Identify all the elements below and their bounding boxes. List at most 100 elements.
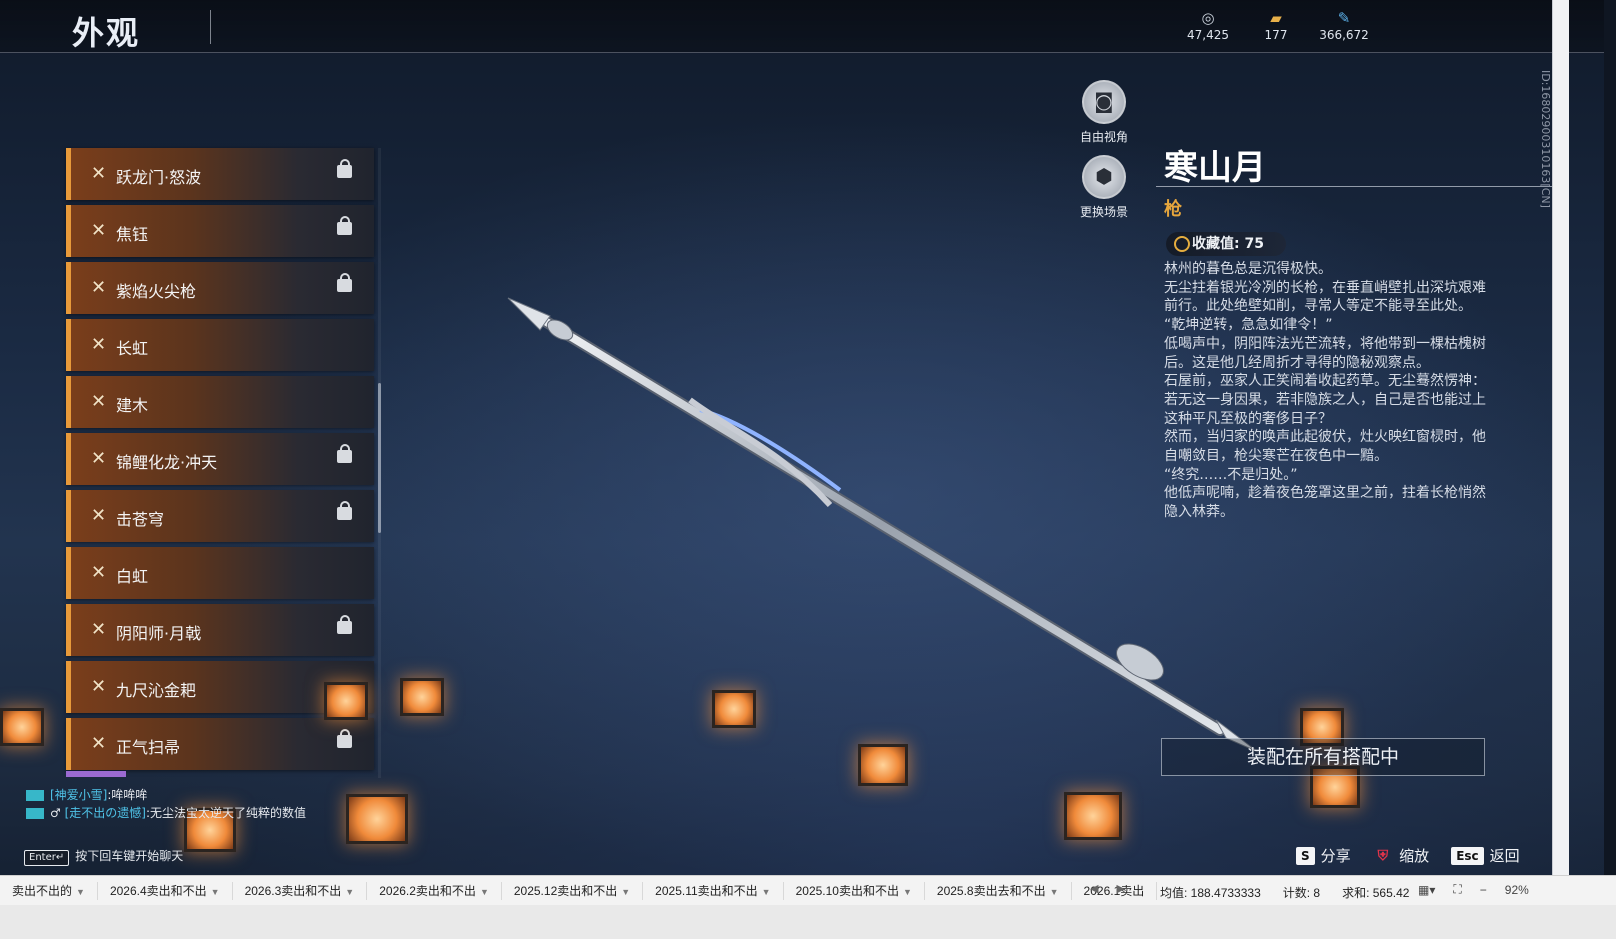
change-scene-button[interactable]: ⬢ 更换场景 [1064, 155, 1144, 220]
lantern-decoration [858, 744, 908, 786]
free-view-label: 自由视角 [1079, 130, 1128, 144]
fullscreen-icon[interactable]: ⛶ [1453, 882, 1461, 897]
feather-icon: ✎ [1337, 9, 1351, 27]
skin-icon: ✕ [91, 334, 107, 355]
chat-message: ♂ [走不出の遗憾]:无尘法宝太逆天了纯粹的数值 [26, 804, 316, 822]
taskbar-strip [0, 905, 1616, 939]
skin-icon: ✕ [91, 448, 107, 469]
skin-item[interactable]: ✕ 白虹 [66, 547, 374, 599]
change-scene-label: 更换场景 [1079, 205, 1128, 219]
skin-item[interactable]: ✕ 击苍穹 [66, 490, 374, 542]
sheet-tab[interactable]: 2026.4卖出和不出 ▼ [98, 882, 233, 900]
background-window-edge [1552, 0, 1569, 905]
skin-item[interactable]: ✕ 阴阳师·月戟 [66, 604, 374, 656]
skin-label: 正气扫帚 [116, 738, 181, 757]
chat-input-hint[interactable]: Enter↵ 按下回车键开始聊天 [24, 847, 183, 866]
zoom-button[interactable]: ⛨ 缩放 [1373, 845, 1430, 866]
chat-hint-text: 按下回车键开始聊天 [75, 849, 184, 863]
share-label: 分享 [1320, 847, 1351, 865]
lantern-decoration [1064, 792, 1122, 840]
sheet-nav-arrows[interactable]: ◀▶ [1090, 882, 1143, 895]
skin-label: 击苍穹 [116, 510, 165, 529]
item-description: 林州的暮色总是沉得极快。 无尘拄着银光冷冽的长枪，在垂直峭壁扎出深坑艰难前行。此… [1164, 260, 1494, 522]
lantern-decoration [0, 708, 44, 746]
chevron-down-icon: ▼ [902, 887, 912, 897]
silver-coin-icon: ◎ [1201, 9, 1215, 27]
lock-icon [337, 273, 352, 292]
description-paragraph: 无尘拄着银光冷冽的长枪，在垂直峭壁扎出深坑艰难前行。此处绝壁如削，寻常人等定不能… [1164, 279, 1486, 315]
description-paragraph: “乾坤逆转，急急如律令！” [1164, 317, 1333, 334]
bottom-actions: S 分享 ⛨ 缩放 Esc 返回 [1296, 845, 1520, 866]
chevron-down-icon: ▼ [210, 887, 220, 897]
free-view-button[interactable]: ◙ 自由视角 [1064, 80, 1144, 145]
chevron-down-icon: ▼ [76, 887, 85, 897]
stat-sum: 求和: 565.42 [1342, 886, 1410, 900]
currency-value: 177 [1264, 28, 1288, 42]
collection-value: 收藏值: 75 [1192, 236, 1264, 252]
sheet-tab[interactable]: 2025.8卖出去和不出 ▼ [925, 882, 1072, 900]
list-scrollbar-thumb[interactable] [378, 383, 381, 533]
skin-label: 跃龙门·怒波 [116, 168, 202, 187]
chat-message: [神爱小雪]:哞哞哞 [26, 786, 316, 804]
zoom-level[interactable]: 92% [1505, 883, 1529, 897]
description-paragraph: 他低声呢喃，趁着夜色笼罩这里之前，拄着长枪悄然隐入林莽。 [1164, 485, 1486, 521]
description-paragraph: “终究……不是归处。” [1164, 466, 1298, 483]
chat-sender[interactable]: [走不出の遗憾] [65, 806, 146, 820]
skin-label: 紫焰火尖枪 [116, 282, 197, 301]
chevron-down-icon: ▼ [345, 887, 355, 897]
skin-item[interactable]: ✕ 锦鲤化龙·冲天 [66, 433, 374, 485]
zoom-out-icon[interactable]: − [1480, 883, 1487, 897]
sheet-tab[interactable]: 2026.3卖出和不出 ▼ [233, 882, 368, 900]
description-paragraph: 低喝声中，阴阳阵法光芒流转，将他带到一棵枯槐树后。这是他几经周折才寻得的隐秘观察… [1164, 335, 1486, 371]
chat-sender[interactable]: [神爱小雪] [50, 788, 107, 802]
skin-icon: ✕ [91, 619, 107, 640]
sheet-tab[interactable]: 2025.10卖出和不出 ▼ [784, 882, 925, 900]
skin-item[interactable]: ✕ 正气扫帚 [66, 718, 374, 770]
sheet-tabs: 卖出不出的 ▼ 2026.4卖出和不出 ▼ 2026.3卖出和不出 ▼ 2026.2卖… [0, 876, 1158, 906]
player-id: ID:1680290031016​3[CN] [1539, 70, 1552, 208]
game-viewport: 外观 ◎ 47,425 ▰ 177 ✎ 366,672 ✕ 跃龙门·怒波 ✕ 焦钰 … [0, 0, 1604, 905]
skin-label: 锦鲤化龙·冲天 [116, 453, 218, 472]
selection-stats: 均值: 188.4733333 计数: 8 求和: 565.42 [1160, 884, 1409, 901]
lock-icon [337, 216, 352, 235]
lock-icon [337, 159, 352, 178]
skin-icon: ✕ [91, 676, 107, 697]
item-name-underline [1156, 186, 1552, 187]
spear-model[interactable] [500, 290, 1260, 760]
skin-item[interactable]: ✕ 紫焰火尖枪 [66, 262, 374, 314]
equipped-status-button[interactable]: 装配在所有搭配中 [1161, 738, 1485, 776]
skin-label: 九尺沁金耙 [116, 681, 197, 700]
grid-view-icon[interactable]: ▦▾ [1418, 883, 1435, 897]
sheet-tab[interactable]: 卖出不出的 ▼ [0, 882, 98, 900]
sheet-tab[interactable]: 2025.12卖出和不出 ▼ [502, 882, 644, 900]
skin-label: 长虹 [116, 339, 149, 358]
male-icon: ♂ [50, 806, 65, 820]
skin-item[interactable]: ✕ 跃龙门·怒波 [66, 148, 374, 200]
lock-icon [337, 729, 352, 748]
sheet-tab[interactable]: 2026.2卖出和不出 ▼ [367, 882, 502, 900]
skin-list: ✕ 跃龙门·怒波 ✕ 焦钰 ✕ 紫焰火尖枪 ✕ 长虹 ✕ 建木 ✕ 锦鲤化龙·冲天 ✕ 击苍穹… [66, 148, 374, 775]
skin-item[interactable]: ✕ 长虹 [66, 319, 374, 371]
currency-bar: ◎ 47,425 ▰ 177 ✎ 366,672 [1180, 8, 1372, 42]
lock-icon [337, 444, 352, 463]
skin-label: 阴阳师·月戟 [116, 624, 202, 643]
description-paragraph: 石屋前，巫家人正笑闹着收起药草。无尘蓦然愣神：若无这一身因果，若非隐族之人，自己… [1164, 373, 1486, 427]
lock-icon [337, 501, 352, 520]
mouse-icon: ⛨ [1377, 847, 1389, 864]
skin-icon: ✕ [91, 562, 107, 583]
chat-text: :无尘法宝太逆天了纯粹的数值 [145, 806, 306, 820]
currency-silver: ◎ 47,425 [1180, 8, 1236, 42]
skin-label: 白虹 [116, 567, 149, 586]
currency-value: 366,672 [1319, 28, 1369, 42]
currency-value: 47,425 [1187, 28, 1229, 42]
skin-item[interactable]: ✕ 建木 [66, 376, 374, 428]
item-name: 寒山月 [1164, 148, 1266, 188]
back-button[interactable]: Esc 返回 [1451, 845, 1520, 866]
sheet-tab[interactable]: 2025.11卖出和不出 ▼ [643, 882, 784, 900]
stat-average: 均值: 188.4733333 [1160, 886, 1261, 900]
share-button[interactable]: S 分享 [1296, 845, 1351, 866]
esc-key-icon: Esc [1451, 846, 1484, 865]
skin-item[interactable]: ✕ 焦钰 [66, 205, 374, 257]
skin-icon: ✕ [91, 163, 107, 184]
skin-label: 建木 [116, 396, 149, 415]
